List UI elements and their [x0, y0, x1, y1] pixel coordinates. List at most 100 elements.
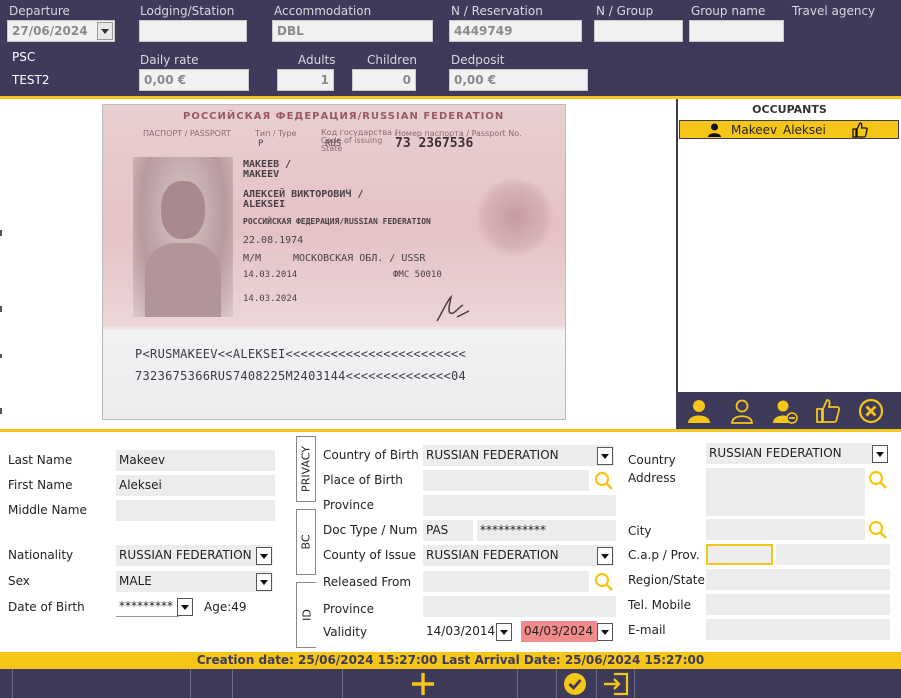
dob-field[interactable]: ********* [116, 596, 179, 617]
validity-from-field[interactable]: 14/03/2014 [423, 621, 497, 642]
prov-field[interactable] [776, 544, 890, 565]
region-field[interactable] [706, 569, 890, 590]
reservation-label: N / Reservation [451, 4, 543, 18]
adults-field[interactable]: 1 [277, 69, 334, 91]
passport-doc-label: ПАСПОРТ / PASSPORT [143, 129, 231, 138]
sex-dropdown-icon[interactable] [256, 573, 272, 591]
place-of-birth-search-icon[interactable] [594, 471, 614, 491]
last-name-field[interactable]: Makeev [116, 450, 275, 471]
address-field[interactable] [706, 468, 865, 516]
passport-expiry-date: 14.03.2024 [243, 294, 298, 304]
tab-privacy[interactable]: PRIVACY [296, 436, 316, 502]
occupant-last-name: Makeev [731, 123, 778, 137]
province-issue-field[interactable] [423, 596, 616, 617]
county-of-issue-select[interactable]: RUSSIAN FEDERATION [423, 545, 614, 566]
group-name-label: Group name [691, 4, 766, 18]
tab-bc[interactable]: BC [296, 509, 316, 575]
passport-dob: 22.08.1974 [243, 235, 304, 246]
city-search-icon[interactable] [868, 520, 888, 540]
reservation-header: Departure 27/06/2024 Lodging/Station Acc… [0, 0, 901, 96]
validity-to-field[interactable]: 04/03/2024 [521, 621, 597, 642]
edge-mark [0, 306, 2, 312]
passport-authority: ФМС 50010 [393, 270, 442, 280]
reservation-field[interactable]: 4449749 [449, 20, 582, 42]
validity-from-dropdown-icon[interactable] [496, 623, 512, 641]
lodging-label: Lodging/Station [140, 4, 235, 18]
lodging-field[interactable] [139, 20, 247, 42]
province-birth-field[interactable] [423, 495, 616, 516]
daily-rate-field[interactable]: 0,00 € [139, 69, 249, 91]
place-of-birth-label: Place of Birth [323, 473, 403, 487]
last-name-label: Last Name [8, 453, 73, 467]
doc-type-label: Doc Type / Num [323, 523, 418, 537]
released-from-search-icon[interactable] [594, 572, 614, 592]
validity-label: Validity [323, 625, 368, 639]
departure-dropdown-icon[interactable] [97, 22, 113, 40]
country-select[interactable]: RUSSIAN FEDERATION [706, 443, 872, 464]
status-bar: Creation date: 25/06/2024 15:27:00 Last … [0, 652, 901, 669]
mobile-label: Tel. Mobile [628, 598, 691, 612]
dob-dropdown-icon[interactable] [177, 598, 193, 616]
add-person-icon[interactable] [686, 398, 712, 424]
place-of-birth-field[interactable] [423, 470, 589, 491]
deposit-field[interactable]: 0,00 € [449, 69, 588, 91]
guest-details-form: Last Name Makeev First Name Aleksei Midd… [0, 432, 901, 652]
doc-number-field[interactable]: *********** [477, 520, 616, 541]
address-label: Address [628, 471, 676, 485]
tab-id[interactable]: ID [296, 582, 316, 648]
group-number-field[interactable] [594, 20, 683, 42]
nationality-label: Nationality [8, 548, 74, 562]
children-field[interactable]: 0 [352, 69, 416, 91]
validity-to-dropdown-icon[interactable] [597, 623, 613, 641]
doc-type-field[interactable]: PAS [423, 520, 473, 541]
footer-toolbar [0, 669, 901, 698]
departure-label: Departure [9, 4, 70, 18]
nationality-dropdown-icon[interactable] [256, 547, 272, 565]
dob-label: Date of Birth [8, 600, 85, 614]
passport-signature [436, 294, 470, 322]
province-birth-label: Province [323, 498, 375, 512]
city-label: City [628, 524, 652, 538]
person-outline-icon[interactable] [729, 398, 755, 424]
county-of-issue-dropdown-icon[interactable] [597, 547, 613, 565]
cap-prov-label: C.a.p / Prov. [628, 548, 700, 562]
country-dropdown-icon[interactable] [872, 445, 888, 463]
sex-label: Sex [8, 574, 30, 588]
passport-mrz-line-1: P<RUSMAKEEV<<ALEKSEI<<<<<<<<<<<<<<<<<<<<… [135, 347, 467, 361]
close-circle-icon[interactable] [858, 398, 884, 424]
passport-surname-latin: MAKEEV [243, 169, 280, 180]
nationality-select[interactable]: RUSSIAN FEDERATION [116, 545, 273, 566]
thumbs-up-toolbar-icon[interactable] [815, 398, 841, 424]
add-icon[interactable] [410, 672, 436, 696]
edge-mark [0, 230, 2, 236]
passport-header: РОССИЙСКАЯ ФЕДЕРАЦИЯ/RUSSIAN FEDERATION [183, 111, 505, 122]
middle-name-field[interactable] [116, 500, 275, 521]
passport-type-label: Тип / Type [255, 129, 297, 138]
released-from-field[interactable] [423, 571, 589, 592]
sex-select[interactable]: MALE [116, 571, 273, 592]
country-label: Country [628, 453, 676, 467]
email-label: E-mail [628, 623, 666, 637]
middle-name-label: Middle Name [8, 503, 87, 517]
accommodation-field[interactable]: DBL [272, 20, 433, 42]
first-name-field[interactable]: Aleksei [116, 475, 275, 496]
occupant-row[interactable]: Makeev Aleksei [679, 120, 899, 139]
mobile-field[interactable] [706, 594, 890, 615]
passport-portrait-photo [133, 157, 233, 317]
country-of-birth-dropdown-icon[interactable] [597, 447, 613, 465]
passport-nationality: РОССИЙСКАЯ ФЕДЕРАЦИЯ/RUSSIAN FEDERATION [243, 217, 431, 226]
edge-mark [0, 354, 2, 358]
confirm-check-icon[interactable] [563, 672, 587, 696]
exit-icon[interactable] [602, 672, 630, 696]
address-search-icon[interactable] [868, 470, 888, 490]
passport-code-value: RUS [325, 139, 342, 149]
daily-rate-label: Daily rate [140, 53, 199, 67]
email-field[interactable] [706, 619, 890, 640]
country-of-birth-select[interactable]: RUSSIAN FEDERATION [423, 445, 614, 466]
cap-field[interactable] [706, 544, 773, 565]
thumbs-up-icon[interactable] [852, 122, 868, 138]
city-field[interactable] [706, 519, 865, 540]
group-name-field[interactable] [689, 20, 784, 42]
remove-person-icon[interactable] [772, 398, 798, 424]
passport-issue-date: 14.03.2014 [243, 270, 298, 280]
